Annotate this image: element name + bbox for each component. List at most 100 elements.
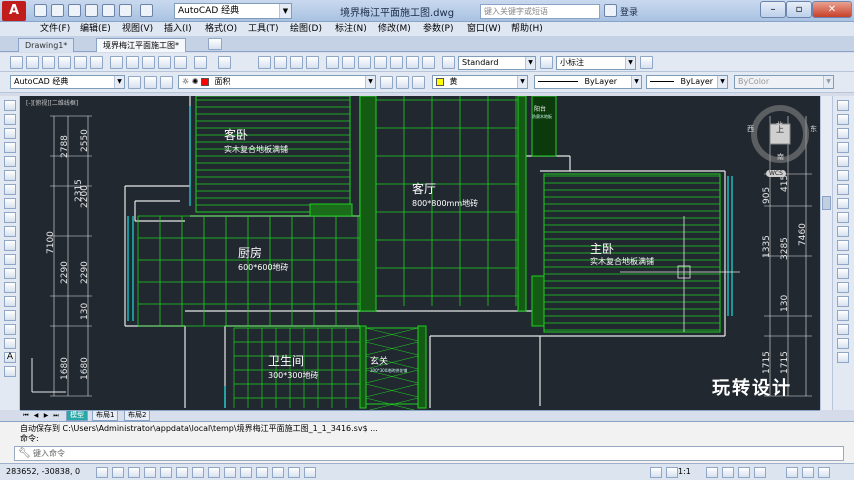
binoculars-icon[interactable] [604,4,617,17]
stretch-icon[interactable] [837,212,849,223]
workspace-switch-icon[interactable] [706,467,718,478]
revision-cloud-icon[interactable] [4,198,16,209]
wrench-icon[interactable]: 🔧︎ [18,447,31,460]
ortho-mode-icon[interactable] [144,467,156,478]
arc-icon[interactable] [4,170,16,181]
help-icon[interactable] [422,56,435,69]
mirror-icon[interactable] [837,128,849,139]
gradient-icon[interactable] [4,310,16,321]
text-style-select[interactable]: Standard ▼ [458,56,536,70]
last-layout-icon[interactable]: ⏭ [52,412,60,420]
pan-icon[interactable] [258,56,271,69]
fillet-icon[interactable] [837,310,849,321]
sheet-set-icon[interactable] [374,56,387,69]
close-button[interactable]: ✕ [812,1,852,18]
workspace-select-secondary[interactable]: AutoCAD 经典 ▼ [10,75,125,89]
minimize-button[interactable]: – [760,1,786,18]
compass-west[interactable]: 西 [747,124,754,134]
menu-draw[interactable]: 绘图(D) [290,23,322,35]
compass-east[interactable]: 东 [810,124,817,134]
menu-tools[interactable]: 工具(T) [248,23,279,35]
layer-properties-icon[interactable] [144,76,157,89]
insert-block-icon[interactable] [4,254,16,265]
tab-layout1[interactable]: 布局1 [92,411,119,421]
drawing-canvas[interactable]: [-][俯视][二维线框] 客卧 实木复合地板满铺 客厅 800*800mm地砖… [20,96,820,410]
text-style-icon[interactable] [442,56,455,69]
tab-active-drawing[interactable]: 境界梅江平面施工图* [96,38,186,52]
lineweight-display-icon[interactable] [256,467,268,478]
circle-icon[interactable] [4,184,16,195]
clean-screen-icon[interactable] [818,467,830,478]
open-icon[interactable] [26,56,39,69]
model-space-icon[interactable] [650,467,662,478]
cut-icon[interactable] [110,56,123,69]
menu-parametric[interactable]: 参数(P) [423,23,453,35]
layer-previous-icon[interactable] [396,76,409,89]
polyline-icon[interactable] [4,128,16,139]
quickcalc-icon[interactable] [406,56,419,69]
extend-icon[interactable] [837,240,849,251]
snap-mode-icon[interactable] [112,467,124,478]
lock-icon[interactable] [722,467,734,478]
new-tab-icon[interactable] [208,38,222,50]
join-icon[interactable] [837,282,849,293]
redo-icon[interactable] [218,56,231,69]
linetype-select[interactable]: ByLayer ▼ [534,75,642,89]
login-link[interactable]: 登录 [620,5,638,18]
dim-style-icon[interactable] [540,56,553,69]
dynamic-ucs-icon[interactable] [224,467,236,478]
isolate-objects-icon[interactable] [754,467,766,478]
offset-icon[interactable] [837,142,849,153]
table-icon[interactable] [4,338,16,349]
undo-icon[interactable] [119,4,132,17]
match-properties-icon[interactable] [158,56,171,69]
erase-icon[interactable] [837,100,849,111]
block-editor-icon[interactable] [174,56,187,69]
zoom-window-icon[interactable] [290,56,303,69]
construction-line-icon[interactable] [4,114,16,125]
menu-help[interactable]: 帮助(H) [511,23,543,35]
polygon-icon[interactable] [4,142,16,153]
object-snap-icon[interactable] [176,467,188,478]
save-icon[interactable] [68,4,81,17]
chamfer-icon[interactable] [837,296,849,307]
lightbulb-icon[interactable] [786,467,798,478]
selection-cycling-icon[interactable] [304,467,316,478]
tool-palettes-icon[interactable] [358,56,371,69]
object-snap-tracking-icon[interactable] [208,467,220,478]
break-at-point-icon[interactable] [837,254,849,265]
ellipse-icon[interactable] [4,226,16,237]
undo-icon[interactable] [194,56,207,69]
break-icon[interactable] [837,268,849,279]
layer-select[interactable]: ☼ ✺ 面积 ▼ [178,75,376,89]
next-layout-icon[interactable]: ▶ [42,412,50,420]
grid-display-icon[interactable] [128,467,140,478]
dynamic-input-icon[interactable] [240,467,252,478]
plotstyle-select[interactable]: ByColor ▼ [734,75,834,89]
cursor-coordinates[interactable]: 283652, -30838, 0 [6,467,80,476]
multiline-text-icon[interactable]: A [4,352,16,363]
menu-window[interactable]: 窗口(W) [467,23,501,35]
table-style-icon[interactable] [640,56,653,69]
make-block-icon[interactable] [4,268,16,279]
dim-style-select[interactable]: 小标注 ▼ [556,56,636,70]
zoom-previous-icon[interactable] [306,56,319,69]
help-search-input[interactable]: 键入关键字或短语 [480,4,600,19]
region-icon[interactable] [4,324,16,335]
explode-icon[interactable] [837,338,849,349]
point-icon[interactable] [4,282,16,293]
save-as-icon[interactable] [85,4,98,17]
rotate-icon[interactable] [837,184,849,195]
copy-icon[interactable] [126,56,139,69]
polar-tracking-icon[interactable] [160,467,172,478]
move-icon[interactable] [837,170,849,181]
menu-view[interactable]: 视图(V) [122,23,153,35]
design-center-icon[interactable] [342,56,355,69]
paste-icon[interactable] [142,56,155,69]
quick-properties-icon[interactable] [288,467,300,478]
zoom-realtime-icon[interactable] [274,56,287,69]
menu-dimension[interactable]: 标注(N) [335,23,367,35]
markup-icon[interactable] [390,56,403,69]
plot-icon[interactable] [58,56,71,69]
menu-modify[interactable]: 修改(M) [378,23,411,35]
